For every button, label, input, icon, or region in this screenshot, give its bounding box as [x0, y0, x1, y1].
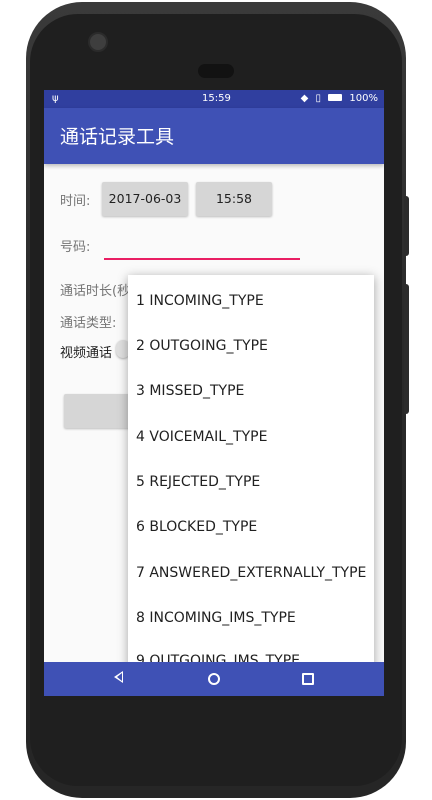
earpiece-speaker	[198, 64, 234, 78]
call-type-label: 通话类型:	[60, 316, 117, 331]
back-icon[interactable]	[114, 671, 123, 683]
video-call-label: 视频通话	[60, 346, 113, 361]
dropdown-item-blocked[interactable]: 6 BLOCKED_TYPE	[136, 519, 257, 535]
time-picker-button[interactable]: 15:58	[196, 182, 272, 216]
number-input[interactable]	[104, 234, 300, 260]
wifi-icon: ◆	[300, 93, 309, 104]
dropdown-item-missed[interactable]: 3 MISSED_TYPE	[136, 383, 244, 399]
date-picker-button[interactable]: 2017-06-03	[102, 182, 188, 216]
home-icon[interactable]	[208, 673, 220, 685]
screen: ψ 15:59 ◆ ▯ 100% 通话记录工具 时间: 2017-06-03 1…	[44, 90, 384, 696]
power-button	[404, 196, 409, 256]
dropdown-item-answered-externally[interactable]: 7 ANSWERED_EXTERNALLY_TYPE	[136, 565, 366, 581]
app-title: 通话记录工具	[60, 126, 175, 148]
dropdown-item-outgoing[interactable]: 2 OUTGOING_TYPE	[136, 338, 268, 354]
navigation-bar	[44, 662, 384, 696]
call-type-dropdown: 1 INCOMING_TYPE 2 OUTGOING_TYPE 3 MISSED…	[128, 275, 374, 696]
sim-icon: ▯	[315, 93, 322, 104]
front-camera-icon	[88, 32, 108, 52]
status-icons: ◆ ▯ 100%	[297, 93, 378, 104]
time-label: 时间:	[60, 194, 91, 209]
usb-icon: ψ	[52, 93, 59, 104]
volume-button	[404, 284, 409, 414]
dropdown-item-incoming-ims[interactable]: 8 INCOMING_IMS_TYPE	[136, 610, 296, 626]
dropdown-item-voicemail[interactable]: 4 VOICEMAIL_TYPE	[136, 429, 267, 445]
status-time: 15:59	[202, 93, 231, 104]
number-label: 号码:	[60, 240, 91, 255]
battery-percent: 100%	[349, 93, 378, 104]
battery-icon	[328, 93, 343, 101]
status-bar: ψ 15:59 ◆ ▯ 100%	[44, 90, 384, 108]
app-bar: 通话记录工具	[44, 108, 384, 164]
submit-button[interactable]	[64, 394, 134, 428]
dropdown-item-rejected[interactable]: 5 REJECTED_TYPE	[136, 474, 260, 490]
dropdown-item-incoming[interactable]: 1 INCOMING_TYPE	[136, 293, 264, 309]
recent-apps-icon[interactable]	[302, 673, 314, 685]
duration-label: 通话时长(秒	[60, 284, 131, 299]
